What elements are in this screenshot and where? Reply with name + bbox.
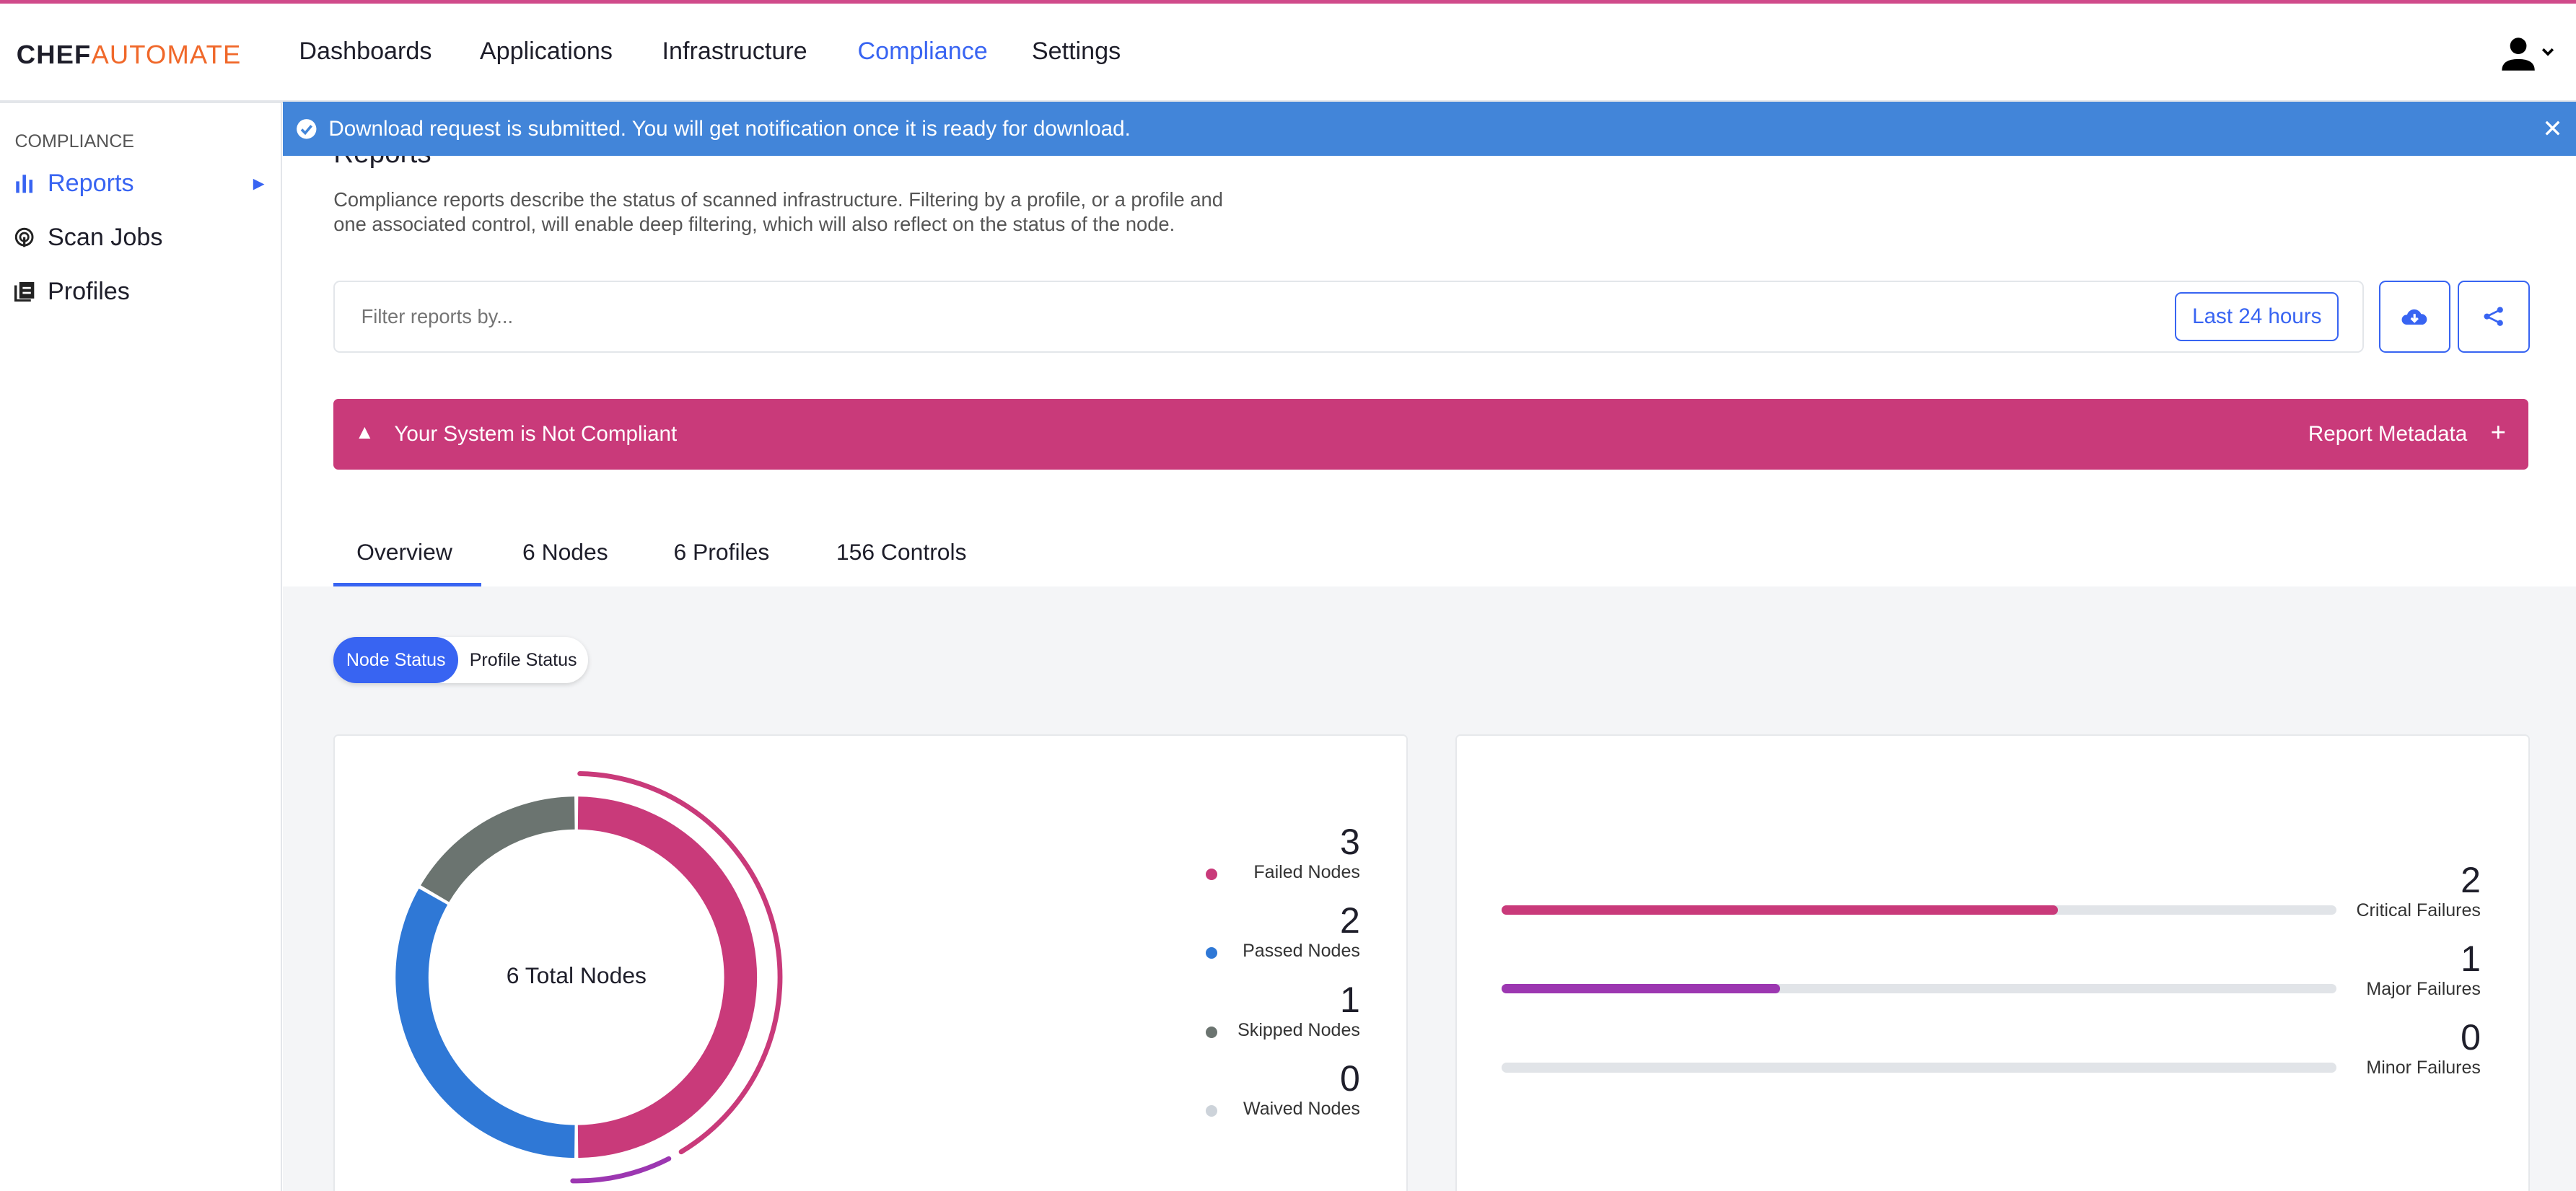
failure-bar-track bbox=[1501, 983, 2336, 994]
tab-controls[interactable]: 156 Controls bbox=[836, 539, 967, 566]
donut-center-label: 6 Total Nodes bbox=[506, 962, 647, 988]
share-icon bbox=[2484, 307, 2504, 327]
warning-icon: ▲ bbox=[354, 420, 374, 443]
nav-applications[interactable]: Applications bbox=[480, 38, 613, 66]
tab-nodes[interactable]: 6 Nodes bbox=[522, 539, 608, 566]
sidebar-item-label: Reports bbox=[48, 169, 134, 197]
sidebar-item-label: Profiles bbox=[48, 277, 130, 305]
profile-status-option[interactable]: Profile Status bbox=[458, 637, 588, 683]
compliance-status-alert: ▲ Your System is Not Compliant Report Me… bbox=[333, 399, 2528, 470]
tab-profiles[interactable]: 6 Profiles bbox=[673, 539, 769, 566]
sidebar-item-scan-jobs[interactable]: Scan Jobs bbox=[14, 224, 162, 252]
nav-dashboards[interactable]: Dashboards bbox=[299, 38, 431, 66]
banner-text: Download request is submitted. You will … bbox=[328, 116, 1131, 141]
report-metadata-toggle[interactable]: Report Metadata bbox=[2308, 422, 2467, 447]
sidebar: COMPLIANCE Reports ▶ Scan Jobs Profiles bbox=[0, 103, 283, 1191]
legend-count: 1 bbox=[1340, 979, 1360, 1020]
cloud-download-icon bbox=[2401, 309, 2427, 325]
date-range-button[interactable]: Last 24 hours bbox=[2175, 291, 2339, 341]
notification-banner: Download request is submitted. You will … bbox=[282, 102, 2576, 157]
sidebar-item-profiles[interactable]: Profiles bbox=[14, 277, 130, 306]
plus-icon[interactable]: + bbox=[2491, 417, 2506, 447]
failure-count: 2 bbox=[2461, 859, 2481, 900]
outer-ring-major-failures bbox=[570, 1156, 672, 1184]
chef-automate-logo[interactable]: CHEFAUTOMATE bbox=[17, 40, 242, 70]
status-toggle: Node Status Profile Status bbox=[333, 637, 589, 684]
nav-settings[interactable]: Settings bbox=[1032, 38, 1121, 66]
book-icon bbox=[14, 281, 35, 302]
legend-label: Passed Nodes bbox=[1243, 941, 1360, 962]
legend-label: Skipped Nodes bbox=[1237, 1019, 1360, 1040]
donut-slice-skipped-nodes[interactable] bbox=[421, 796, 575, 902]
legend-count: 3 bbox=[1340, 822, 1360, 863]
failure-count: 1 bbox=[2461, 939, 2481, 980]
bar-chart-icon bbox=[16, 175, 33, 193]
failure-bar-track bbox=[1501, 1063, 2336, 1073]
legend-label: Failed Nodes bbox=[1253, 862, 1360, 883]
sidebar-item-label: Scan Jobs bbox=[48, 223, 163, 251]
legend-count: 2 bbox=[1340, 900, 1360, 941]
user-icon bbox=[2502, 38, 2554, 71]
radar-icon bbox=[15, 228, 35, 247]
user-menu[interactable] bbox=[2500, 36, 2559, 79]
failure-bar-track bbox=[1501, 905, 2336, 915]
logo-bold: CHEF bbox=[16, 39, 92, 69]
legend-count: 0 bbox=[1340, 1058, 1360, 1099]
filter-input[interactable] bbox=[358, 303, 1844, 330]
alert-text: Your System is Not Compliant bbox=[394, 422, 678, 447]
share-button[interactable] bbox=[2458, 281, 2530, 353]
logo-light: AUTOMATE bbox=[91, 39, 242, 69]
chevron-down-icon bbox=[2542, 48, 2554, 56]
node-status-card: 6 Total Nodes 3 Failed Nodes 2 Passed Nod… bbox=[333, 734, 1408, 1191]
top-nav: CHEFAUTOMATE Dashboards Applications Inf… bbox=[0, 3, 2576, 103]
failure-bar-fill bbox=[1501, 983, 1780, 994]
failure-count: 0 bbox=[2461, 1017, 2481, 1058]
nav-infrastructure[interactable]: Infrastructure bbox=[662, 38, 807, 66]
sidebar-item-reports[interactable]: Reports ▶ bbox=[14, 169, 265, 198]
legend-label: Waived Nodes bbox=[1243, 1098, 1360, 1119]
failure-bar-fill bbox=[1501, 905, 2059, 915]
page-description: Compliance reports describe the status o… bbox=[333, 188, 1223, 235]
download-button[interactable] bbox=[2378, 281, 2451, 353]
check-circle-icon bbox=[296, 119, 317, 139]
close-icon[interactable]: ✕ bbox=[2542, 115, 2563, 144]
nav-compliance[interactable]: Compliance bbox=[857, 38, 987, 66]
sidebar-section-title: COMPLIANCE bbox=[14, 131, 134, 152]
node-status-option[interactable]: Node Status bbox=[333, 637, 459, 684]
donut-slice-passed-nodes[interactable] bbox=[395, 888, 575, 1158]
filter-bar: Last 24 hours bbox=[333, 281, 2364, 353]
tab-overview[interactable]: Overview bbox=[356, 539, 452, 566]
caret-right-icon: ▶ bbox=[253, 175, 265, 192]
